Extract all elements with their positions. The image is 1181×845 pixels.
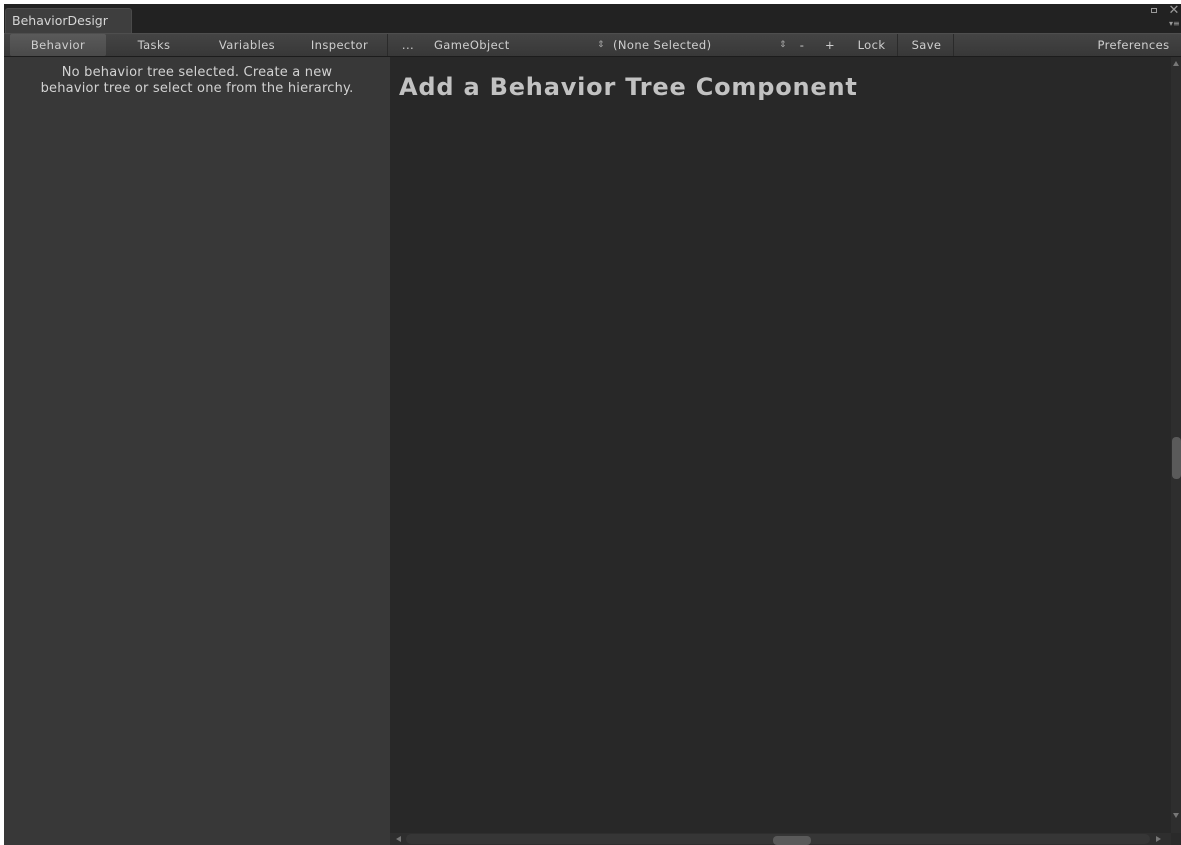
scrollbar-corner xyxy=(1171,833,1181,845)
no-tree-message-line2: behavior tree or select one from the hie… xyxy=(40,81,354,96)
tab-inspector-label: Inspector xyxy=(310,38,369,52)
behavior-selection-select[interactable]: (None Selected) ⇕ xyxy=(607,34,793,56)
tab-tasks-label: Tasks xyxy=(137,38,171,52)
scroll-up-arrow-icon[interactable] xyxy=(1173,61,1179,66)
tab-inspector[interactable]: Inspector xyxy=(292,34,388,56)
tab-behavior[interactable]: Behavior xyxy=(10,34,106,56)
save-button[interactable]: Save xyxy=(900,34,954,56)
dropdown-arrow-icon: ⇕ xyxy=(779,40,787,50)
maximize-icon[interactable] xyxy=(1151,8,1157,13)
close-icon[interactable]: ✕ xyxy=(1167,4,1181,18)
remove-behavior-button[interactable]: - xyxy=(793,34,811,56)
scroll-down-arrow-icon[interactable] xyxy=(1173,813,1179,818)
horizontal-scrollbar[interactable] xyxy=(390,833,1171,845)
add-behavior-label: + xyxy=(824,38,836,52)
vertical-scrollbar[interactable] xyxy=(1171,57,1181,833)
save-button-label: Save xyxy=(911,38,942,52)
tab-menu-icon[interactable]: ▾≡ xyxy=(1169,19,1181,29)
tab-behavior-label: Behavior xyxy=(30,38,86,52)
left-panel: No behavior tree selected. Create a new … xyxy=(4,57,390,845)
add-behavior-button[interactable]: + xyxy=(814,34,846,56)
remove-behavior-label: - xyxy=(799,38,805,52)
tab-tasks[interactable]: Tasks xyxy=(106,34,202,56)
graph-canvas[interactable]: Add a Behavior Tree Component xyxy=(390,57,1171,833)
preferences-button-label: Preferences xyxy=(1097,38,1170,52)
scroll-right-arrow-icon[interactable] xyxy=(1156,836,1161,842)
no-tree-message: No behavior tree selected. Create a new … xyxy=(4,65,390,97)
preferences-button[interactable]: Preferences xyxy=(1086,34,1181,56)
window-title-bar: BehaviorDesigr ✕ ▾≡ xyxy=(4,4,1181,33)
horizontal-scrollbar-track[interactable] xyxy=(406,834,1150,845)
scroll-left-arrow-icon[interactable] xyxy=(396,836,401,842)
tab-variables[interactable]: Variables xyxy=(202,34,292,56)
tab-variables-label: Variables xyxy=(218,38,276,52)
horizontal-scrollbar-thumb[interactable] xyxy=(773,836,811,845)
behavior-selection-label: (None Selected) xyxy=(613,38,712,52)
gameobject-select-label: GameObject xyxy=(434,38,510,52)
vertical-scrollbar-thumb[interactable] xyxy=(1172,437,1181,479)
window-tab[interactable]: BehaviorDesigr xyxy=(5,8,132,33)
window-tab-label: BehaviorDesigr xyxy=(12,13,108,28)
dropdown-arrow-icon: ⇕ xyxy=(597,40,605,50)
more-button[interactable]: ... xyxy=(396,34,420,56)
lock-button[interactable]: Lock xyxy=(846,34,898,56)
lock-button-label: Lock xyxy=(857,38,886,52)
no-tree-message-line1: No behavior tree selected. Create a new xyxy=(61,65,333,80)
graph-title: Add a Behavior Tree Component xyxy=(399,73,858,101)
toolbar: Behavior Tasks Variables Inspector ... G… xyxy=(4,33,1181,57)
behavior-designer-window: BehaviorDesigr ✕ ▾≡ Behavior Tasks Varia… xyxy=(4,4,1181,845)
gameobject-select[interactable]: GameObject ⇕ xyxy=(423,34,607,56)
more-button-label: ... xyxy=(401,38,415,52)
